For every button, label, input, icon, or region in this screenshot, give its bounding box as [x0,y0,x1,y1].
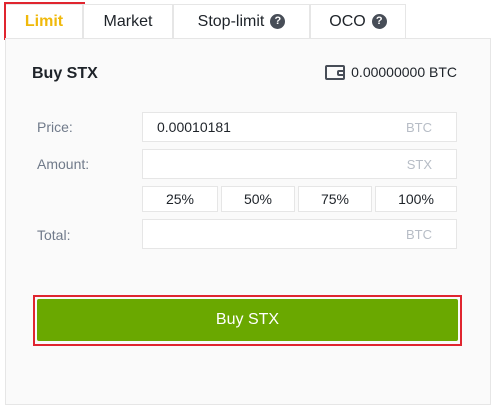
price-unit: BTC [406,119,432,135]
tab-stop-limit-label: Stop-limit [197,12,265,30]
wallet-icon [325,64,346,80]
amount-input[interactable]: STX [142,149,457,179]
help-icon[interactable]: ? [371,14,387,29]
price-input[interactable]: 0.00010181 BTC [142,112,457,142]
amount-unit: STX [406,156,432,172]
percent-100-button[interactable]: 100% [375,186,457,212]
percent-75-button[interactable]: 75% [298,186,372,212]
price-value: 0.00010181 [157,119,231,135]
total-input[interactable]: BTC [142,219,457,249]
price-label: Price: [37,119,73,135]
limit-tab-highlight [4,2,85,40]
tab-market-label: Market [103,12,153,30]
balance: 0.00000000 BTC [325,64,457,80]
amount-label: Amount: [37,156,90,172]
help-icon[interactable]: ? [270,14,286,29]
buy-button-highlight [33,295,462,346]
tab-oco[interactable]: OCO ? [310,4,406,38]
total-label: Total: [37,227,71,243]
percent-50-button[interactable]: 50% [221,186,295,212]
balance-value: 0.00000000 BTC [351,64,457,80]
tab-stop-limit[interactable]: Stop-limit ? [173,4,310,38]
tab-oco-label: OCO [329,12,366,30]
total-unit: BTC [406,226,432,242]
form-title: Buy STX [32,65,98,82]
tab-market[interactable]: Market [83,4,173,38]
percent-25-button[interactable]: 25% [142,186,218,212]
